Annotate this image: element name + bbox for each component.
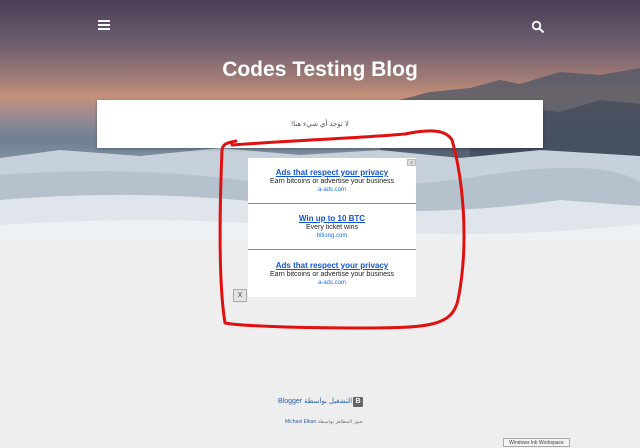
ad-text: Earn bitcoins or advertise your business <box>269 271 395 278</box>
windows-ink-tooltip: Windows Ink Workspace <box>503 438 570 447</box>
ad-headline[interactable]: Win up to 10 BTC <box>248 214 416 224</box>
ad-item-1[interactable]: Ads that respect your privacy Earn bitco… <box>248 168 416 194</box>
close-ads-button[interactable]: X <box>233 289 247 302</box>
ad-url[interactable]: a-ads.com <box>248 280 416 288</box>
ad-text: Earn bitcoins or advertise your business <box>269 178 395 185</box>
ad-headline[interactable]: Ads that respect your privacy <box>248 168 416 178</box>
post-card: لا توجد أي شيء هنا! <box>97 100 543 148</box>
blogger-logo-icon[interactable]: B <box>353 397 363 407</box>
ad-headline[interactable]: Ads that respect your privacy <box>248 261 416 271</box>
ad-text: Every ticket wins <box>305 224 359 231</box>
empty-post-message: لا توجد أي شيء هنا! <box>291 121 349 128</box>
powered-by-blogger-link[interactable]: Blogger يتم التشغيل بواسطة <box>278 397 363 405</box>
blog-title[interactable]: Codes Testing Blog <box>0 58 640 82</box>
ad-url[interactable]: bitiong.com <box>248 233 416 241</box>
ad-widget: ✕ Ads that respect your privacy Earn bit… <box>248 158 416 297</box>
ad-item-2[interactable]: Win up to 10 BTC Every ticket wins bitio… <box>248 214 416 240</box>
search-icon[interactable] <box>531 20 545 34</box>
theme-author-link[interactable]: Michael Elkan <box>285 419 316 425</box>
theme-credit-text: صور المظاهر بواسطة <box>317 419 363 425</box>
ad-divider <box>248 203 416 204</box>
hamburger-menu-icon[interactable] <box>98 20 110 32</box>
ad-divider <box>248 249 416 250</box>
ad-close-icon[interactable]: ✕ <box>407 159 416 166</box>
ad-item-3[interactable]: Ads that respect your privacy Earn bitco… <box>248 261 416 287</box>
ad-url[interactable]: a-ads.com <box>248 187 416 195</box>
theme-credit: Michael Elkan صور المظاهر بواسطة <box>285 419 363 425</box>
